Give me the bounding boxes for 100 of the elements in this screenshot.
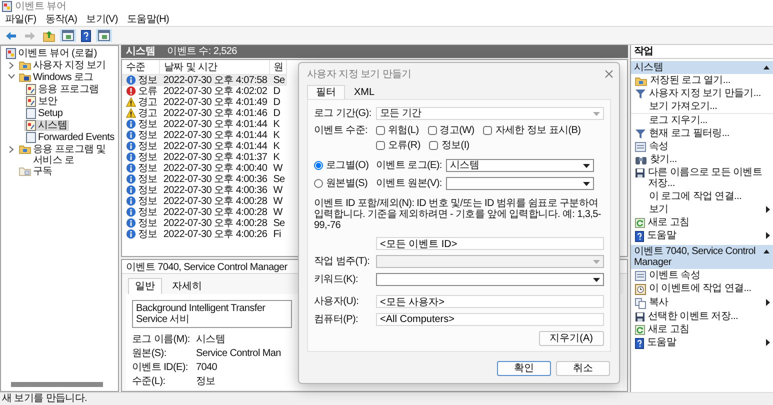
field-label: 이벤트 ID(E): xyxy=(132,362,189,375)
filter-icon xyxy=(635,129,646,139)
tree-item[interactable]: Setup xyxy=(24,108,65,119)
action-item[interactable]: 새로 고침 xyxy=(631,323,773,336)
action-item[interactable]: 보기 가져오기... xyxy=(631,100,773,113)
table-row[interactable]: 정보 2022-07-30 오후 4:00:36 W xyxy=(122,184,287,196)
action-item[interactable]: 사용자 지정 보기 만들기... xyxy=(631,87,773,100)
table-cell-text: W xyxy=(272,206,284,218)
table-row[interactable]: 정보 2022-07-30 오후 4:00:40 W xyxy=(122,162,287,174)
level-text: 오류 xyxy=(138,86,158,96)
table-row[interactable]: 정보 2022-07-30 오후 4:00:28 W xyxy=(122,206,287,218)
input-field[interactable]: <모든 사용자> xyxy=(376,295,604,308)
table-row[interactable]: 오류 2022-07-30 오후 4:02:02 D xyxy=(122,86,287,96)
tree-item[interactable]: 사용자 지정 보기 xyxy=(17,60,108,71)
input-field[interactable]: <All Computers> xyxy=(376,313,604,326)
info-icon xyxy=(126,130,136,140)
radio-button[interactable] xyxy=(314,161,323,170)
checkbox[interactable] xyxy=(376,141,385,150)
column-header[interactable]: 수준 xyxy=(122,60,160,74)
cancel-button[interactable]: 취소 xyxy=(556,361,610,376)
info-icon xyxy=(126,163,136,173)
level-text: 정보 xyxy=(138,196,158,206)
dropdown[interactable] xyxy=(446,177,594,190)
tree-item[interactable]: 이벤트 뷰어 (로컬) xyxy=(4,48,99,59)
tree-item[interactable]: 응용 프로그램 및 서비스 로 xyxy=(17,144,118,166)
input-field[interactable]: <모든 이벤트 ID> xyxy=(376,237,604,250)
table-row[interactable]: 정보 2022-07-30 오후 4:00:26 Fi xyxy=(122,228,287,240)
tree-item[interactable]: 보안 xyxy=(24,96,60,107)
table-cell-text: 2022-07-30 오후 4:00:36 xyxy=(162,174,268,184)
action-item[interactable]: 찾기... xyxy=(631,153,773,166)
menu-item[interactable]: 보기(V) xyxy=(86,14,118,25)
section-header[interactable]: 이벤트 7040, Service Control Manager xyxy=(631,245,773,269)
radio-button[interactable] xyxy=(314,179,323,188)
tab[interactable]: XML xyxy=(345,85,384,99)
description-field[interactable]: Background Intelligent Transfer Service 서비 xyxy=(132,300,292,328)
field-value: 정보 xyxy=(196,376,216,389)
table-row[interactable]: 정보 2022-07-30 오후 4:01:44 K xyxy=(122,118,287,130)
action-item[interactable]: 현재 로그 필터링... xyxy=(631,127,773,140)
dropdown[interactable]: 시스템 xyxy=(446,159,594,172)
action-item[interactable]: 로그 지우기... xyxy=(631,113,773,127)
table-cell-text: 2022-07-30 오후 4:00:28 xyxy=(162,218,268,228)
table-row[interactable]: 경고 2022-07-30 오후 4:01:49 D xyxy=(122,96,287,108)
pane-button[interactable] xyxy=(60,29,76,42)
column-header[interactable]: 날짜 및 시간 xyxy=(159,60,270,74)
table-row[interactable]: 정보 2022-07-30 오후 4:01:44 K xyxy=(122,140,287,152)
table-cell-text: K xyxy=(272,118,281,130)
table-row[interactable]: 정보 2022-07-30 오후 4:00:28 W xyxy=(122,196,287,206)
action-item[interactable]: 도움말 xyxy=(631,336,773,350)
action-item[interactable]: 저장된 로그 열기... xyxy=(631,74,773,87)
dropdown[interactable] xyxy=(376,273,604,286)
checkbox[interactable] xyxy=(483,126,492,135)
caret-icon xyxy=(583,164,590,168)
action-item[interactable]: 속성 xyxy=(631,140,773,153)
table-row[interactable]: 정보 2022-07-30 오후 4:01:37 K xyxy=(122,152,287,162)
tree-item[interactable]: 구독 xyxy=(17,166,54,177)
pane-button[interactable] xyxy=(96,29,112,42)
table-row[interactable]: 경고 2022-07-30 오후 4:01:46 D xyxy=(122,108,287,118)
checkbox[interactable] xyxy=(376,126,385,135)
section-header[interactable]: 시스템 xyxy=(631,61,773,74)
scrollbar[interactable] xyxy=(11,382,103,387)
table-row[interactable]: 정보 2022-07-30 오후 4:01:44 K xyxy=(122,130,287,140)
field-label: 로그 기간(G): xyxy=(314,108,372,119)
action-item[interactable]: 이 로그에 작업 연결... xyxy=(631,190,773,203)
tree-item[interactable]: Windows 로그 xyxy=(17,72,96,83)
checkbox[interactable] xyxy=(429,141,438,150)
up-button[interactable] xyxy=(41,28,57,42)
window-icon xyxy=(635,271,646,281)
app-icon xyxy=(2,1,12,12)
action-item[interactable]: 새로 고침 xyxy=(631,216,773,229)
action-item[interactable]: 보기 xyxy=(631,203,773,216)
action-item[interactable]: 다른 이름으로 모든 이벤트 저장... xyxy=(631,166,773,190)
close-icon[interactable] xyxy=(605,70,613,78)
tree-item[interactable]: Forwarded Events xyxy=(24,132,116,143)
folder-icon xyxy=(19,72,31,82)
action-item[interactable]: 복사 xyxy=(631,296,773,310)
field-label: 이벤트 원본(V): xyxy=(376,178,442,189)
table-row[interactable]: 정보 2022-07-30 오후 4:00:28 Se xyxy=(122,218,287,228)
ok-button[interactable]: 확인 xyxy=(497,361,551,376)
column-header[interactable]: 원 xyxy=(269,60,287,74)
tab[interactable]: 필터 xyxy=(307,85,345,99)
action-item[interactable]: 선택한 이벤트 저장... xyxy=(631,310,773,323)
tree-item[interactable]: 시스템 xyxy=(24,120,70,131)
action-item[interactable]: 이 이벤트에 작업 연결... xyxy=(631,282,773,296)
help-button[interactable] xyxy=(79,28,93,42)
checkbox[interactable] xyxy=(428,126,437,135)
menu-item[interactable]: 파일(F) xyxy=(5,14,36,25)
tab[interactable]: 자세히 xyxy=(165,278,209,294)
menu-item[interactable]: 동작(A) xyxy=(45,14,78,25)
tree-item[interactable]: 응용 프로그램 xyxy=(24,84,101,95)
action-item[interactable]: 도움말 xyxy=(631,229,773,243)
table-row[interactable]: 정보 2022-07-30 오후 4:07:58 Se xyxy=(122,74,287,86)
tab[interactable]: 일반 xyxy=(128,278,162,294)
field-label: 로그 이름(M): xyxy=(132,334,191,347)
table-row[interactable]: 정보 2022-07-30 오후 4:00:36 Se xyxy=(122,174,287,184)
clear-button[interactable]: 지우기(A) xyxy=(538,331,604,346)
pane-icon xyxy=(98,30,110,41)
dropdown[interactable]: 모든 기간 xyxy=(376,107,604,120)
menu-item[interactable]: 도움말(H) xyxy=(126,14,170,25)
field-label: 수준(L): xyxy=(132,376,166,389)
action-item[interactable]: 이벤트 속성 xyxy=(631,269,773,282)
